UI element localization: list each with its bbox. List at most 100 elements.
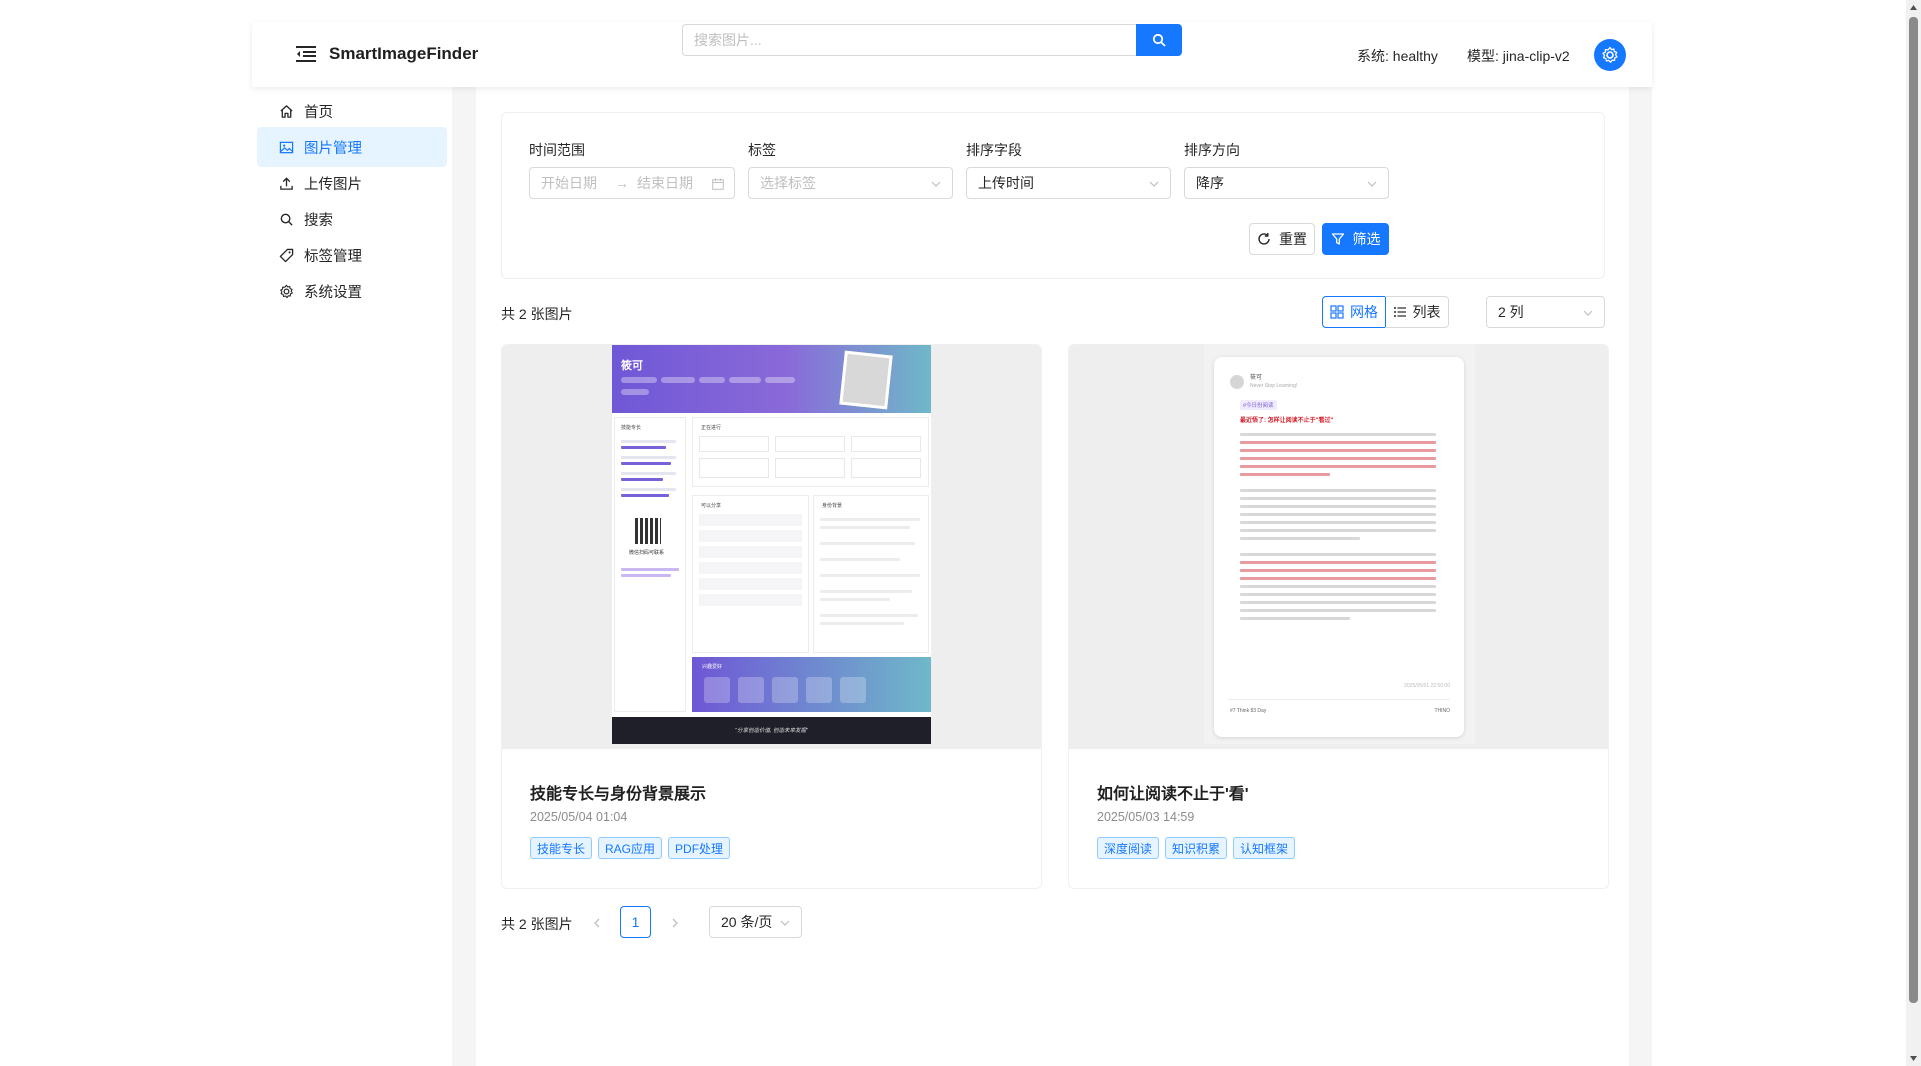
start-date-input[interactable]: 开始日期 bbox=[541, 173, 597, 193]
poster-left-column: 技能专长 微信扫码可联系 bbox=[614, 417, 686, 712]
tags-select-placeholder: 选择标签 bbox=[760, 175, 816, 191]
filter-button-label: 筛选 bbox=[1352, 231, 1381, 247]
reset-button[interactable]: 重置 bbox=[1249, 223, 1315, 255]
sidebar-item-tags[interactable]: 标签管理 bbox=[257, 235, 447, 275]
poster-footer-quote: "分享创造价值, 创造未来发掘" bbox=[735, 728, 808, 734]
poster-footer: "分享创造价值, 创造未来发掘" bbox=[612, 717, 931, 744]
qr-caption: 微信扫码可联系 bbox=[629, 550, 665, 556]
filter-icon bbox=[1331, 233, 1344, 245]
tags-select[interactable]: 选择标签 bbox=[748, 167, 953, 199]
image-cover[interactable]: 筱可 Never Stop Learning! #今日份阅读 最近悟了: 怎样让… bbox=[1069, 345, 1608, 749]
upload-icon bbox=[280, 176, 293, 190]
tag-badge[interactable]: 知识积累 bbox=[1165, 837, 1228, 859]
qr-code bbox=[635, 518, 661, 544]
search-button[interactable] bbox=[1136, 24, 1182, 56]
poster-background: 身份背景 bbox=[813, 495, 929, 653]
chevron-right-icon[interactable] bbox=[668, 916, 682, 930]
view-grid-button[interactable]: 网格 bbox=[1322, 296, 1386, 328]
menu-fold-icon[interactable] bbox=[296, 46, 316, 62]
card-tags: 深度阅读 知识积累 认知框架 bbox=[1097, 837, 1296, 859]
sidebar: 首页 图片管理 上传图片 搜索 标签管理 系统设置 bbox=[252, 87, 452, 1066]
chevron-down-icon bbox=[1149, 181, 1159, 187]
search-input[interactable] bbox=[682, 24, 1136, 56]
note-badge: #今日份阅读 bbox=[1240, 400, 1277, 410]
note-footer-right: THINO bbox=[1434, 708, 1450, 714]
sidebar-item-settings[interactable]: 系统设置 bbox=[257, 271, 447, 311]
chevron-down-icon bbox=[1583, 310, 1593, 316]
columns-select[interactable]: 2 列 bbox=[1486, 296, 1605, 328]
poster-chips bbox=[621, 377, 795, 383]
poster-section-progress: 正在进行 bbox=[701, 425, 722, 431]
tag-badge[interactable]: 认知框架 bbox=[1233, 837, 1296, 859]
home-icon bbox=[280, 104, 293, 118]
reload-icon bbox=[1258, 233, 1270, 245]
sidebar-item-search[interactable]: 搜索 bbox=[257, 199, 447, 239]
note-footer-left: #7 Think 83 Day bbox=[1230, 708, 1267, 714]
sort-direction-select[interactable]: 降序 bbox=[1184, 167, 1389, 199]
chevron-down-icon bbox=[931, 181, 941, 187]
model-info: 模型: jina-clip-v2 bbox=[1467, 48, 1570, 64]
sort-field-select[interactable]: 上传时间 bbox=[966, 167, 1171, 199]
sidebar-item-label: 系统设置 bbox=[304, 284, 362, 301]
date-range-picker[interactable]: 开始日期 → 结束日期 bbox=[529, 167, 735, 199]
tag-badge[interactable]: 技能专长 bbox=[530, 837, 593, 859]
scroll-down-icon[interactable] bbox=[1909, 1054, 1918, 1063]
card-date: 2025/05/04 01:04 bbox=[530, 810, 628, 824]
tag-icon bbox=[279, 248, 294, 262]
page-size-select[interactable]: 20 条/页 bbox=[709, 906, 802, 938]
arrow-right-icon: → bbox=[615, 175, 629, 191]
chevron-left-icon[interactable] bbox=[590, 916, 604, 930]
search-bar bbox=[682, 24, 1182, 56]
sidebar-item-images[interactable]: 图片管理 bbox=[257, 127, 447, 167]
image-card[interactable]: 筱可 Never Stop Learning! #今日份阅读 最近悟了: 怎样让… bbox=[1068, 344, 1609, 889]
poster-section-background: 身份背景 bbox=[822, 503, 843, 509]
sidebar-item-home[interactable]: 首页 bbox=[257, 91, 447, 131]
image-count: 共 2 张图片 bbox=[501, 306, 573, 322]
picture-icon bbox=[279, 141, 294, 153]
app-title: SmartImageFinder bbox=[329, 44, 479, 63]
settings-button[interactable] bbox=[1594, 39, 1626, 71]
note-timestamp: 2025/05/01 22:50:00 bbox=[1404, 683, 1450, 689]
sort-direction-label: 排序方向 bbox=[1184, 142, 1240, 158]
note-paper: 筱可 Never Stop Learning! #今日份阅读 最近悟了: 怎样让… bbox=[1214, 357, 1464, 737]
list-icon bbox=[1393, 307, 1406, 317]
note-heading: 最近悟了: 怎样让阅读不止于"看过" bbox=[1240, 418, 1334, 424]
card-title: 技能专长与身份背景展示 bbox=[530, 786, 707, 803]
poster-hobbies: 兴趣爱好 bbox=[692, 657, 931, 712]
grid-label: 网格 bbox=[1350, 304, 1378, 320]
tag-badge[interactable]: 深度阅读 bbox=[1097, 837, 1160, 859]
list-label: 列表 bbox=[1412, 304, 1441, 320]
pagination-page-1[interactable]: 1 bbox=[620, 906, 651, 938]
scroll-up-icon[interactable] bbox=[1909, 3, 1918, 12]
search-icon bbox=[280, 213, 293, 226]
sort-field-value: 上传时间 bbox=[978, 175, 1034, 191]
image-cover[interactable]: 筱可 技能专长 微信扫码可联系 正在进行 可以分享 身份背景 兴趣爱好 "分享创… bbox=[502, 345, 1041, 749]
pagination-total: 共 2 张图片 bbox=[501, 916, 573, 932]
scrollbar-thumb[interactable] bbox=[1909, 17, 1918, 1003]
grid-icon bbox=[1330, 305, 1344, 319]
sidebar-item-label: 首页 bbox=[304, 104, 333, 121]
note-author: 筱可 bbox=[1250, 375, 1263, 381]
view-list-button[interactable]: 列表 bbox=[1385, 296, 1449, 328]
calendar-icon bbox=[712, 178, 724, 190]
tag-badge[interactable]: PDF处理 bbox=[668, 837, 731, 859]
sidebar-item-label: 图片管理 bbox=[304, 140, 362, 157]
poster-section-hobbies: 兴趣爱好 bbox=[702, 664, 723, 670]
sort-direction-value: 降序 bbox=[1196, 175, 1224, 191]
poster-share: 可以分享 bbox=[692, 495, 809, 653]
card-title: 如何让阅读不止于'看' bbox=[1097, 786, 1249, 803]
poster-in-progress: 正在进行 bbox=[692, 417, 929, 487]
filter-button[interactable]: 筛选 bbox=[1322, 223, 1389, 255]
poster-section-share: 可以分享 bbox=[701, 503, 722, 509]
gear-icon bbox=[280, 284, 293, 298]
image-thumbnail: 筱可 技能专长 微信扫码可联系 正在进行 可以分享 身份背景 兴趣爱好 "分享创… bbox=[612, 345, 931, 744]
scrollbar[interactable] bbox=[1906, 0, 1921, 1066]
end-date-input[interactable]: 结束日期 bbox=[637, 173, 693, 193]
tag-badge[interactable]: RAG应用 bbox=[598, 837, 663, 859]
tags-label: 标签 bbox=[748, 142, 776, 158]
image-card[interactable]: 筱可 技能专长 微信扫码可联系 正在进行 可以分享 身份背景 兴趣爱好 "分享创… bbox=[501, 344, 1042, 889]
sidebar-item-upload[interactable]: 上传图片 bbox=[257, 163, 447, 203]
card-date: 2025/05/03 14:59 bbox=[1097, 810, 1195, 824]
poster-name: 筱可 bbox=[621, 360, 643, 372]
columns-value: 2 列 bbox=[1498, 304, 1524, 320]
